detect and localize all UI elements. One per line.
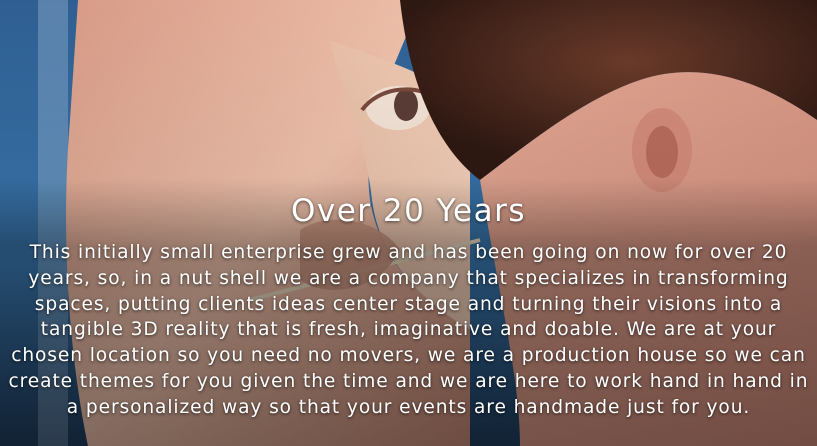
- section-description: This initially small enterprise grew and…: [8, 242, 809, 418]
- section-title: Over 20 Years: [290, 193, 526, 229]
- about-section: Over 20 Years This initially small enter…: [0, 188, 817, 421]
